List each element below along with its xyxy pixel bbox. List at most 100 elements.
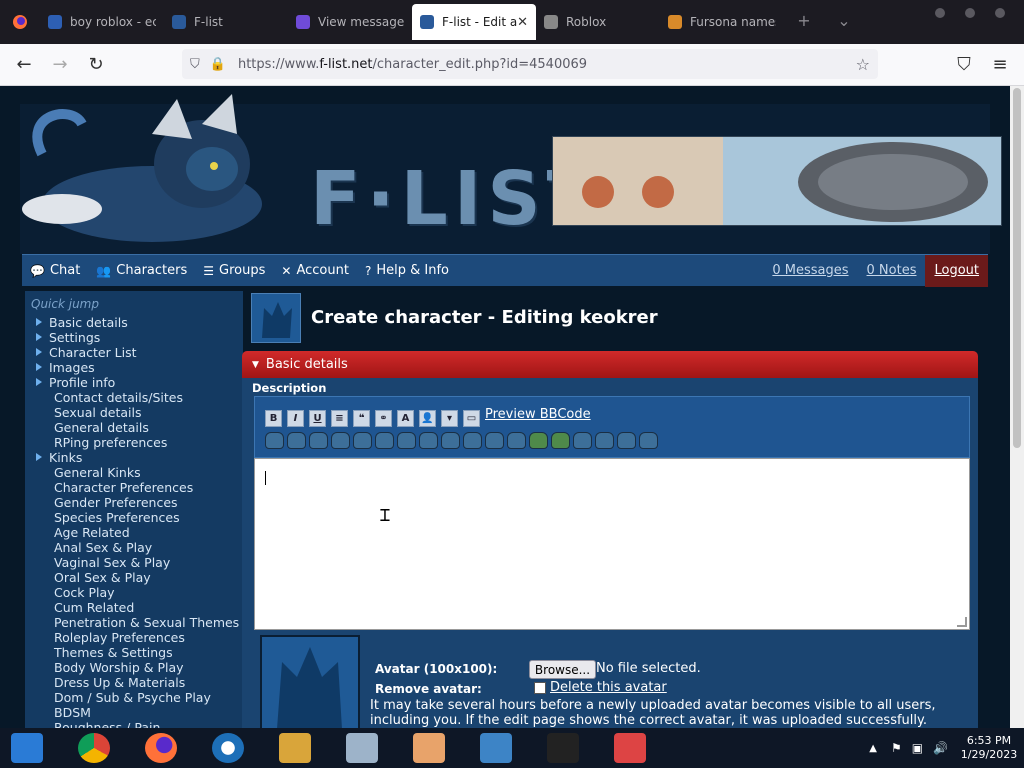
sidebar-item[interactable]: Gender Preferences	[25, 495, 243, 510]
emoticon-icon[interactable]	[331, 432, 350, 449]
emoticon-icon[interactable]	[507, 432, 526, 449]
delete-avatar-link[interactable]: Delete this avatar	[550, 680, 667, 695]
menu-item-chat[interactable]: 💬 Chat	[22, 255, 88, 287]
sidebar-item[interactable]: Body Worship & Play	[25, 660, 243, 675]
browser-tab[interactable]: View message -	[288, 4, 412, 40]
browser-tab[interactable]: F-list - Edit a ✕	[412, 4, 536, 40]
pocket-icon[interactable]: ⛉	[946, 47, 982, 83]
emoticon-icon[interactable]	[551, 432, 570, 449]
shield-icon[interactable]: ⛉	[190, 57, 200, 72]
sidebar-item[interactable]: Dress Up & Materials	[25, 675, 243, 690]
sidebar-item[interactable]: Cock Play	[25, 585, 243, 600]
lock-icon[interactable]: 🔒	[210, 57, 226, 72]
emoticon-icon[interactable]	[353, 432, 372, 449]
format-button[interactable]: U	[309, 410, 326, 427]
sidebar-item[interactable]: Kinks	[25, 450, 243, 465]
file-explorer-icon[interactable]	[270, 728, 320, 768]
menu-item-account[interactable]: ✕ Account	[273, 255, 357, 287]
hamburger-menu-icon[interactable]: ≡	[982, 47, 1018, 83]
flag-icon[interactable]: ⚑	[891, 741, 902, 755]
browser-tab[interactable]: Roblox	[536, 4, 660, 40]
scrollbar-thumb[interactable]	[1013, 88, 1021, 448]
emoticon-icon[interactable]	[265, 432, 284, 449]
preview-bbcode-link[interactable]: Preview BBCode	[485, 407, 591, 422]
sidebar-item[interactable]: Character Preferences	[25, 480, 243, 495]
banner-ad-image[interactable]	[552, 136, 1002, 226]
sidebar-item[interactable]: Images	[25, 360, 243, 375]
window-minimize-button[interactable]	[935, 8, 945, 18]
volume-icon[interactable]: 🔊	[933, 741, 948, 755]
window-close-button[interactable]	[995, 8, 1005, 18]
chrome-icon[interactable]	[69, 728, 119, 768]
sidebar-item[interactable]: Themes & Settings	[25, 645, 243, 660]
bookmark-star-icon[interactable]: ☆	[856, 55, 870, 74]
logout-link[interactable]: Logout	[925, 254, 988, 287]
emoticon-icon[interactable]	[375, 432, 394, 449]
menu-item-characters[interactable]: 👥 Characters	[88, 255, 195, 287]
emoticon-icon[interactable]	[639, 432, 658, 449]
sidebar-item[interactable]: General details	[25, 420, 243, 435]
task-manager-icon[interactable]	[337, 728, 387, 768]
format-button[interactable]: 👤	[419, 410, 436, 427]
emoticon-icon[interactable]	[287, 432, 306, 449]
back-icon[interactable]: ←	[6, 47, 42, 83]
sidebar-item[interactable]: Species Preferences	[25, 510, 243, 525]
emoticon-icon[interactable]	[309, 432, 328, 449]
menu-item-groups[interactable]: ☰ Groups	[195, 255, 273, 287]
forward-icon[interactable]: →	[42, 47, 78, 83]
sidebar-item[interactable]: Settings	[25, 330, 243, 345]
window-maximize-button[interactable]	[965, 8, 975, 18]
sidebar-item[interactable]: Oral Sex & Play	[25, 570, 243, 585]
format-button[interactable]: ▭	[463, 410, 480, 427]
tray-expand-icon[interactable]: ▲	[869, 743, 877, 754]
sidebar-item[interactable]: Roughness / Pain	[25, 720, 243, 728]
emoticon-icon[interactable]	[529, 432, 548, 449]
emoticon-icon[interactable]	[441, 432, 460, 449]
tab-list-chevron-icon[interactable]: ⌄	[824, 0, 864, 40]
user-icon[interactable]	[404, 728, 454, 768]
sidebar-item[interactable]: BDSM	[25, 705, 243, 720]
format-button[interactable]: A	[397, 410, 414, 427]
basic-details-section-header[interactable]: ▼ Basic details	[242, 351, 978, 378]
clock[interactable]: 6:53 PM 1/29/2023	[954, 734, 1024, 762]
sidebar-item[interactable]: Character List	[25, 345, 243, 360]
firefox-menu-icon[interactable]	[0, 0, 40, 44]
description-textarea[interactable]: Ꮖ	[254, 458, 970, 630]
sidebar-item[interactable]: Dom / Sub & Psyche Play	[25, 690, 243, 705]
tab-close-icon[interactable]: ✕	[517, 15, 528, 30]
new-tab-button[interactable]: +	[784, 0, 824, 40]
chrome-logo-icon[interactable]	[2, 728, 52, 768]
format-button[interactable]: ⚭	[375, 410, 392, 427]
sidebar-item[interactable]: Cum Related	[25, 600, 243, 615]
cmd-icon[interactable]	[538, 728, 588, 768]
sidebar-item[interactable]: Contact details/Sites	[25, 390, 243, 405]
firefox-icon[interactable]	[136, 728, 186, 768]
browser-tab[interactable]: Fursona names	[660, 4, 784, 40]
java-icon[interactable]	[605, 728, 655, 768]
sidebar-item[interactable]: RPing preferences	[25, 435, 243, 450]
emoticon-icon[interactable]	[595, 432, 614, 449]
emoticon-icon[interactable]	[397, 432, 416, 449]
sidebar-item[interactable]: Profile info	[25, 375, 243, 390]
network-icon[interactable]: ▣	[912, 741, 923, 755]
emoticon-icon[interactable]	[573, 432, 592, 449]
sidebar-item[interactable]: Age Related	[25, 525, 243, 540]
format-button[interactable]: ≡	[331, 410, 348, 427]
photo-icon[interactable]	[471, 728, 521, 768]
sidebar-item[interactable]: General Kinks	[25, 465, 243, 480]
sidebar-item[interactable]: Basic details	[25, 315, 243, 330]
sidebar-item[interactable]: Roleplay Preferences	[25, 630, 243, 645]
sidebar-item[interactable]: Vaginal Sex & Play	[25, 555, 243, 570]
format-button[interactable]: I	[287, 410, 304, 427]
resize-grip-icon[interactable]	[957, 617, 967, 627]
emoticon-icon[interactable]	[617, 432, 636, 449]
browser-tab[interactable]: boy roblox - ec	[40, 4, 164, 40]
format-button[interactable]: ▾	[441, 410, 458, 427]
reload-icon[interactable]: ↻	[78, 47, 114, 83]
sidebar-item[interactable]: Sexual details	[25, 405, 243, 420]
sidebar-item[interactable]: Anal Sex & Play	[25, 540, 243, 555]
obama-icon[interactable]	[203, 728, 253, 768]
notes-link[interactable]: 0 Notes	[858, 255, 926, 287]
browser-tab[interactable]: F-list	[164, 4, 288, 40]
emoticon-icon[interactable]	[485, 432, 504, 449]
